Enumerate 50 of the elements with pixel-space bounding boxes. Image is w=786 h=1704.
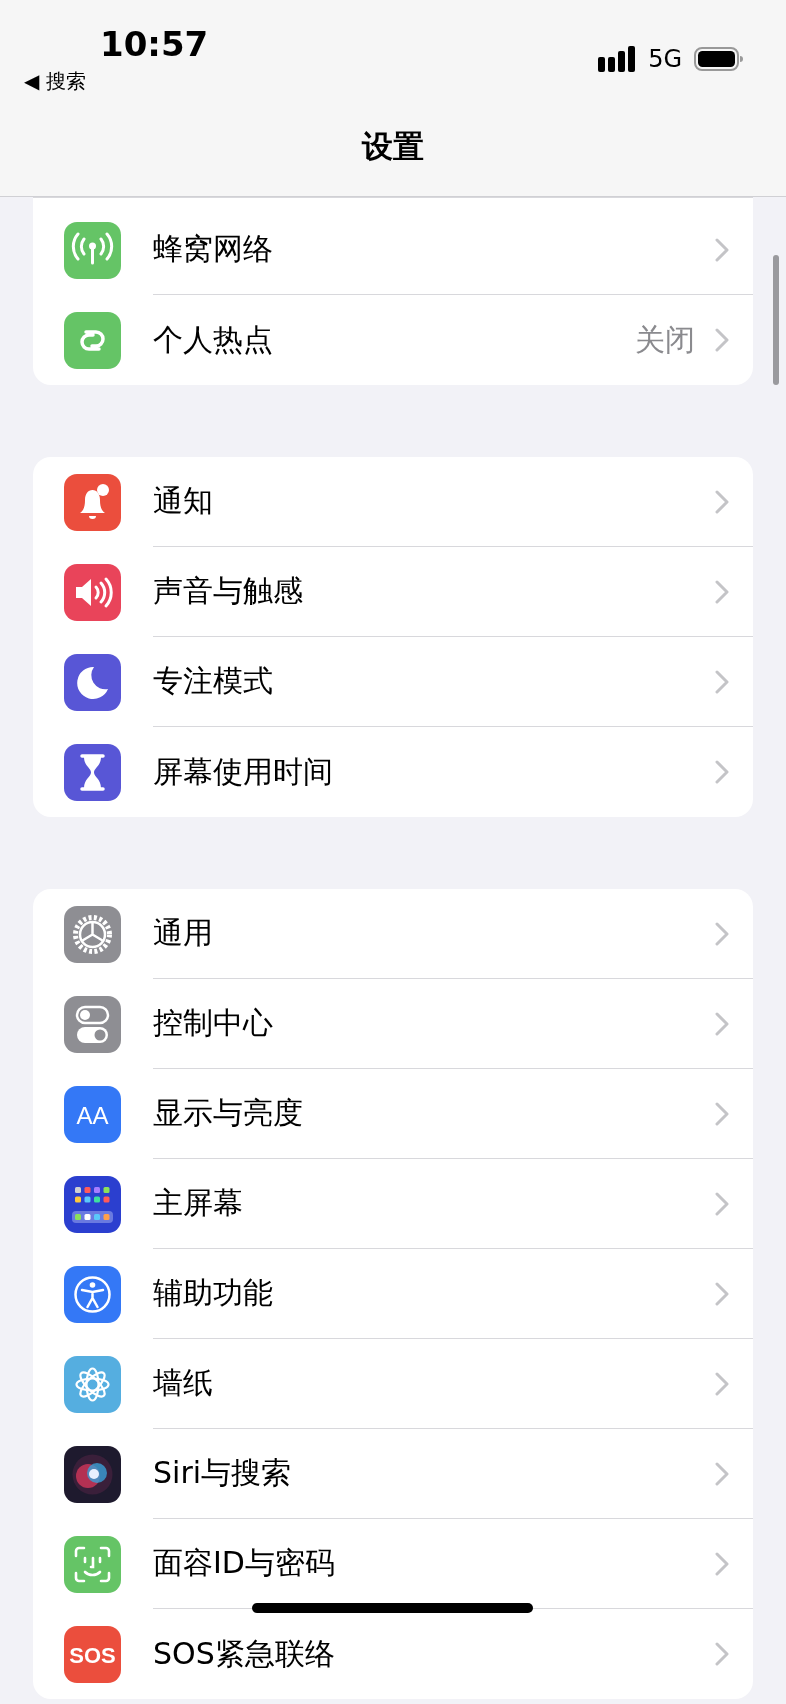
setting-label[interactable]: 通用	[153, 913, 715, 954]
accessibility-icon	[64, 1265, 121, 1323]
setting-label[interactable]: 声音与触感	[153, 571, 715, 612]
battery-icon	[694, 47, 744, 71]
moon-icon	[64, 653, 121, 711]
icon-label: SOS	[69, 1642, 116, 1668]
setting-label[interactable]: 墙纸	[153, 1363, 715, 1404]
network-type: 5G	[648, 45, 682, 73]
page-title: 设置	[360, 127, 425, 166]
setting-label[interactable]: 辅助功能	[153, 1273, 715, 1314]
sound-icon	[64, 563, 121, 621]
chevron-icon	[715, 921, 729, 946]
setting-value: 关闭	[635, 320, 695, 359]
icon-label: AA	[76, 1101, 109, 1129]
gear-icon	[64, 905, 121, 963]
setting-label[interactable]: SOS紧急联络	[153, 1633, 715, 1675]
setting-label[interactable]: 主屏幕	[153, 1183, 715, 1224]
toggles-icon	[64, 995, 121, 1053]
chevron-icon	[715, 579, 729, 604]
setting-label[interactable]: 屏幕使用时间	[153, 751, 715, 793]
chevron-icon	[715, 1011, 729, 1036]
chevron-icon	[715, 1461, 729, 1486]
flower-icon	[64, 1355, 121, 1413]
chevron-icon	[715, 669, 729, 694]
chevron-icon	[715, 1191, 729, 1216]
clock: 10:57	[100, 24, 209, 64]
setting-label[interactable]: 个人热点	[153, 319, 635, 361]
chevron-icon	[715, 1281, 729, 1306]
chevron-icon	[715, 1551, 729, 1576]
setting-label[interactable]: 面容ID与密码	[153, 1543, 715, 1584]
bell-icon	[64, 473, 121, 531]
setting-label[interactable]: Siri与搜索	[153, 1453, 715, 1494]
chevron-icon	[715, 237, 729, 262]
cellular-icon	[64, 221, 121, 279]
setting-label[interactable]: 蜂窝网络	[153, 229, 715, 270]
chevron-icon	[715, 489, 729, 514]
setting-label[interactable]: 通知	[153, 481, 715, 522]
face-icon	[64, 1535, 121, 1593]
signal-icon	[598, 46, 637, 72]
chevron-icon	[715, 328, 729, 352]
chevron-icon	[715, 1642, 729, 1666]
chevron-icon	[715, 1371, 729, 1396]
chevron-icon	[715, 1101, 729, 1126]
grid-icon	[64, 1175, 121, 1233]
setting-label[interactable]: 控制中心	[153, 1003, 715, 1044]
back-link[interactable]: ◀ 搜索	[24, 68, 86, 94]
hourglass-icon	[64, 743, 121, 801]
setting-label[interactable]: 显示与亮度	[153, 1093, 715, 1134]
chevron-icon	[715, 760, 729, 784]
setting-label[interactable]: 专注模式	[153, 661, 715, 702]
